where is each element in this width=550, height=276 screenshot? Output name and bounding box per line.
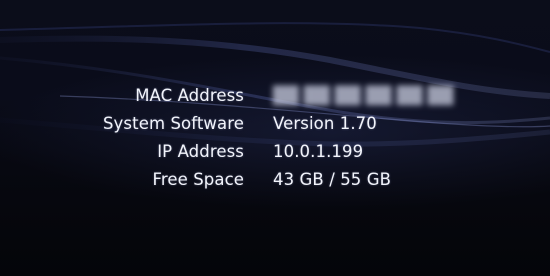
system-software-value: Version 1.70 [273,114,377,133]
free-space-row: Free Space 43 GB / 55 GB [0,170,550,198]
system-software-label: System Software [102,114,244,133]
mac-address-row: MAC Address ██ ██ ██ ██ ██ ██ [0,86,550,114]
system-software-row: System Software Version 1.70 [0,114,550,142]
ip-address-row: IP Address 10.0.1.199 [0,142,550,170]
system-info-screen: MAC Address ██ ██ ██ ██ ██ ██ System Sof… [0,0,550,276]
mac-address-value-obscured: ██ ██ ██ ██ ██ ██ [273,86,454,105]
free-space-label: Free Space [152,170,244,189]
ip-address-value: 10.0.1.199 [273,142,364,161]
ip-address-label: IP Address [157,142,244,161]
mac-address-label: MAC Address [135,86,244,105]
free-space-value: 43 GB / 55 GB [273,170,392,189]
system-info-list: MAC Address ██ ██ ██ ██ ██ ██ System Sof… [0,86,550,198]
